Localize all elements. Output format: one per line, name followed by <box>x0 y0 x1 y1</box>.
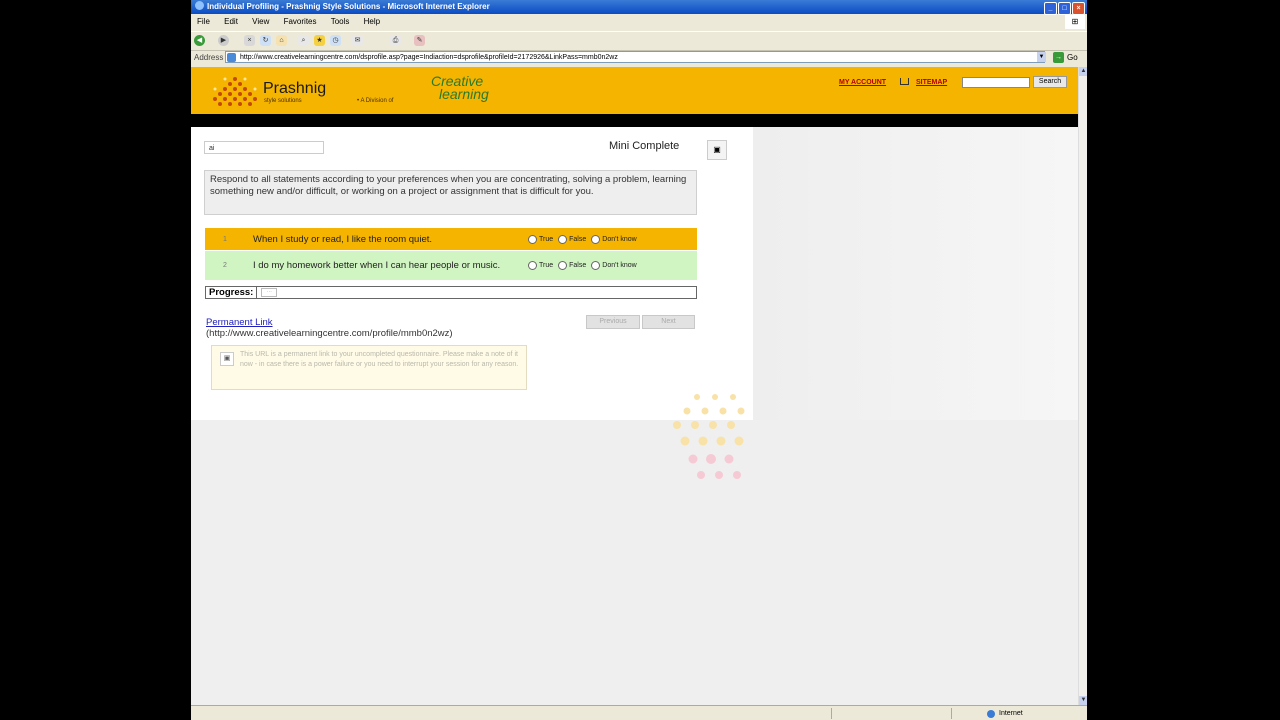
page-title: Mini Complete <box>609 140 680 152</box>
brand-subtitle: style solutions <box>264 98 302 104</box>
favorites-icon[interactable]: ★ <box>314 35 325 46</box>
nav-strip <box>191 114 1078 127</box>
web-page: Prashnig style solutions • A Division of… <box>191 67 1078 705</box>
creative-learning-logo[interactable]: Creative learning <box>431 74 489 101</box>
radio-icon[interactable] <box>528 234 537 244</box>
radio-icon[interactable] <box>558 234 568 244</box>
instructions-box: Respond to all statements according to y… <box>204 170 697 215</box>
history-icon[interactable]: ◷ <box>330 35 341 46</box>
question-text: I do my homework better when I can hear … <box>253 260 501 271</box>
radio-icon[interactable] <box>528 261 537 270</box>
window-title: Individual Profiling - Prashnig Style So… <box>207 2 490 11</box>
back-icon[interactable]: ◀ <box>194 35 205 46</box>
option-true[interactable]: True <box>528 234 553 244</box>
prashnig-logo-icon <box>213 77 257 106</box>
search-icon[interactable]: ⌕ <box>298 35 309 46</box>
globe-icon <box>987 710 995 718</box>
close-icon[interactable]: × <box>1072 2 1085 15</box>
questionnaire-panel: ai Mini Complete ▣ Respond to all statem… <box>191 127 753 479</box>
windows-logo-icon: ⊞ <box>1065 15 1085 29</box>
print-icon[interactable]: ⎙ <box>390 35 401 46</box>
note-text: This URL is a permanent link to your unc… <box>240 351 519 368</box>
question-number: 2 <box>223 262 227 269</box>
scroll-up-icon[interactable]: ▲ <box>1079 67 1087 76</box>
permanent-link-note: ▣ This URL is a permanent link to your u… <box>211 345 527 390</box>
status-bar: Internet <box>191 705 1087 720</box>
status-divider <box>831 708 832 719</box>
code-field[interactable]: ai <box>204 141 324 154</box>
radio-icon[interactable] <box>591 234 601 244</box>
status-divider <box>951 708 952 719</box>
question-text: When I study or read, I like the room qu… <box>253 233 433 245</box>
question-number: 1 <box>223 235 227 243</box>
option-false[interactable]: False <box>558 261 586 270</box>
stop-icon[interactable]: × <box>244 35 255 46</box>
viewport: Prashnig style solutions • A Division of… <box>191 67 1087 705</box>
site-header: Prashnig style solutions • A Division of… <box>191 67 1078 114</box>
progress-label: Progress: <box>206 287 258 298</box>
window-controls: _ □ × <box>1043 1 1085 15</box>
address-input[interactable]: http://www.creativelearningcentre.com/ds… <box>225 51 1045 63</box>
permanent-link-url: (http://www.creativelearningcentre.com/p… <box>206 328 453 339</box>
progress-indicator: ··· <box>261 288 278 297</box>
home-icon[interactable]: ⌂ <box>276 35 287 46</box>
ie-icon <box>195 1 204 10</box>
search-input[interactable] <box>962 77 1030 88</box>
search-button[interactable]: Search <box>1033 76 1067 88</box>
chevron-down-icon[interactable]: ▼ <box>1037 52 1046 62</box>
zone-label: Internet <box>999 710 1023 717</box>
option-dont-know[interactable]: Don't know <box>591 261 637 270</box>
broken-image-icon: ▣ <box>220 352 234 366</box>
menu-file[interactable]: File <box>197 17 210 26</box>
research-icon[interactable]: ✎ <box>414 35 425 46</box>
question-row: 2 I do my homework better when I can hea… <box>205 251 697 280</box>
browser-window: Individual Profiling - Prashnig Style So… <box>191 0 1087 720</box>
menu-bar: File Edit View Favorites Tools Help <box>191 15 1087 29</box>
radio-icon[interactable] <box>591 261 601 270</box>
address-bar: Address http://www.creativelearningcentr… <box>191 50 1087 66</box>
option-true[interactable]: True <box>528 261 553 270</box>
refresh-icon[interactable]: ↻ <box>260 35 271 46</box>
previous-button[interactable]: Previous <box>586 315 640 329</box>
menu-edit[interactable]: Edit <box>224 17 238 26</box>
broken-image-icon[interactable]: ▣ <box>707 140 727 160</box>
side-panel <box>753 127 1078 420</box>
menu-tools[interactable]: Tools <box>331 17 350 26</box>
menu-help[interactable]: Help <box>364 17 380 26</box>
division-label: • A Division of <box>357 98 394 104</box>
my-account-link[interactable]: MY ACCOUNT <box>839 79 886 86</box>
maximize-icon[interactable]: □ <box>1058 2 1071 15</box>
permanent-link[interactable]: Permanent Link <box>206 317 273 328</box>
progress-bar: Progress: ··· <box>205 286 697 299</box>
toolbar: ◀ ▶ × ↻ ⌂ ⌕ ★ ◷ ✉ ⎙ ✎ <box>191 31 1087 51</box>
question-row: 1 When I study or read, I like the room … <box>205 228 697 250</box>
radio-icon[interactable] <box>558 261 568 270</box>
option-false[interactable]: False <box>558 234 586 244</box>
go-label[interactable]: Go <box>1067 53 1078 62</box>
menu-view[interactable]: View <box>252 17 269 26</box>
page-icon <box>227 53 236 62</box>
forward-icon[interactable]: ▶ <box>218 35 229 46</box>
address-label: Address <box>194 53 224 62</box>
option-dont-know[interactable]: Don't know <box>591 234 637 244</box>
sitemap-link[interactable]: SITEMAP <box>916 79 947 86</box>
scroll-down-icon[interactable]: ▼ <box>1079 696 1087 705</box>
title-bar: Individual Profiling - Prashnig Style So… <box>191 0 1087 15</box>
next-button[interactable]: Next <box>642 315 695 329</box>
mail-icon[interactable]: ✉ <box>352 35 363 46</box>
vertical-scrollbar[interactable]: ▲ ▼ <box>1078 67 1087 705</box>
minimize-icon[interactable]: _ <box>1044 2 1057 15</box>
brand-name[interactable]: Prashnig <box>263 80 326 98</box>
decorative-dots <box>673 394 745 479</box>
menu-favorites[interactable]: Favorites <box>284 17 317 26</box>
page-background <box>191 420 1078 705</box>
go-icon[interactable]: → <box>1053 52 1064 63</box>
cart-icon[interactable] <box>900 78 909 85</box>
